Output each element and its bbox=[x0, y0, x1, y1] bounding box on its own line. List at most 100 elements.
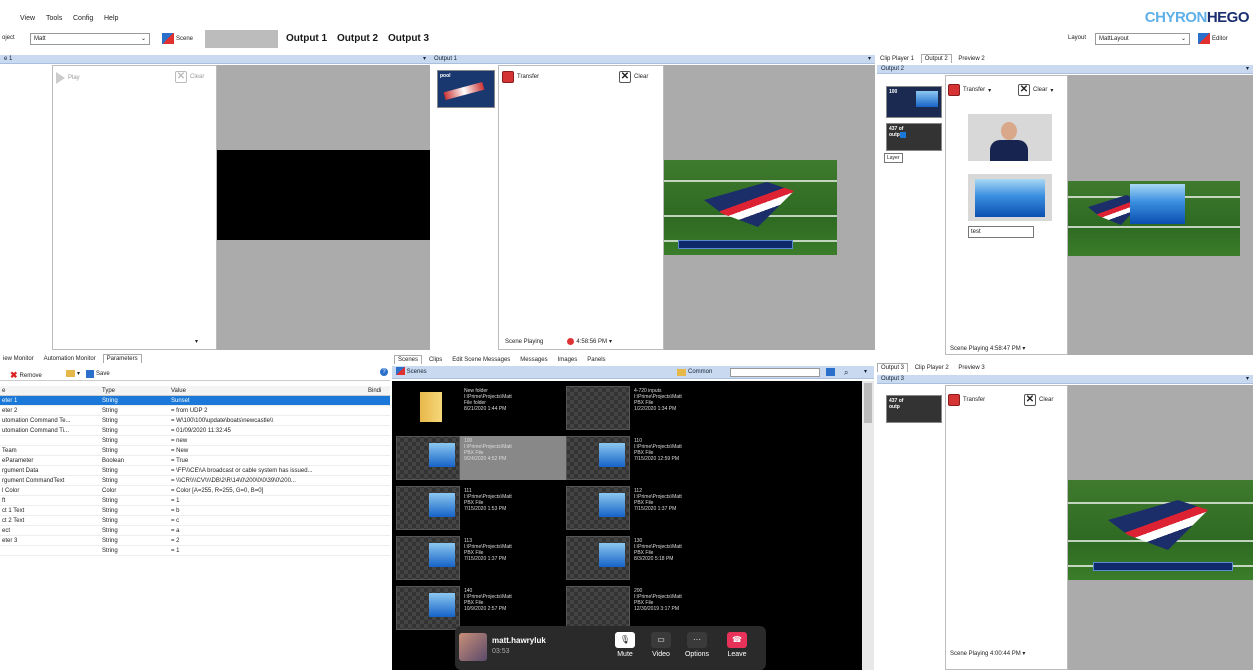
list-item[interactable]: 140 I:\Prime\Projects\Matt PBX File 10/9/20… bbox=[396, 586, 566, 630]
tab-clips[interactable]: Clips bbox=[426, 356, 445, 364]
output1-transfer-button[interactable]: Transfer bbox=[502, 71, 539, 83]
tab-output-3[interactable]: Output 3 bbox=[877, 363, 909, 372]
tab-parameters[interactable]: Parameters bbox=[102, 354, 142, 363]
output1-list[interactable]: Transfer ✕ Clear Scene Playing 4:58:56 P… bbox=[498, 65, 664, 350]
tab-preview-3[interactable]: Preview 3 bbox=[955, 364, 987, 372]
view-icon[interactable] bbox=[826, 368, 835, 376]
output3-list[interactable]: Transfer ✕ Clear Scene Playing 4:00:44 P… bbox=[945, 385, 1068, 670]
table-row[interactable]: utomation Command Ti... String = 01/09/202… bbox=[0, 426, 390, 436]
table-row[interactable]: rgument CommandText String = \\\CR\\\\CV\\… bbox=[0, 476, 390, 486]
tab-clip-player-1[interactable]: Clip Player 1 bbox=[877, 55, 917, 63]
chevron-down-icon[interactable]: ▾ bbox=[1050, 87, 1053, 94]
list-item[interactable]: 113 I:\Prime\Projects\Matt PBX File 7/15/20… bbox=[396, 536, 566, 580]
menu-help[interactable]: Help bbox=[104, 15, 118, 22]
text-input[interactable]: test bbox=[968, 226, 1034, 238]
chevron-down-icon[interactable]: ▾ bbox=[1246, 375, 1249, 384]
save-button[interactable]: Save bbox=[86, 370, 110, 378]
tab-images[interactable]: Images bbox=[555, 356, 581, 364]
output-tab-3[interactable]: Output 3 bbox=[388, 33, 429, 44]
table-row[interactable]: String = 1 bbox=[0, 546, 390, 556]
table-row[interactable]: eter 2 String = from UDP 2 bbox=[0, 406, 390, 416]
menu-view[interactable]: View bbox=[20, 15, 35, 22]
output2-clear-button[interactable]: ✕ Clear ▾ bbox=[1018, 84, 1053, 96]
output2-thumb-1[interactable]: 100 bbox=[886, 86, 942, 118]
table-row[interactable]: ect String = a bbox=[0, 526, 390, 536]
table-row[interactable]: eter 3 String = 2 bbox=[0, 536, 390, 546]
output2-transfer-button[interactable]: Transfer ▾ bbox=[948, 84, 991, 96]
list-item[interactable]: New folder I:\Prime\Projects\Matt File fol… bbox=[396, 386, 566, 430]
output1-thumbs[interactable]: pool bbox=[430, 65, 498, 350]
play-button[interactable]: Play bbox=[56, 72, 80, 84]
chevron-down-icon[interactable]: ▾ bbox=[1022, 651, 1025, 657]
project-select[interactable]: Matt ⌄ bbox=[30, 33, 150, 45]
common-button[interactable]: Common bbox=[677, 366, 712, 379]
options-button[interactable]: ··· Options bbox=[683, 632, 711, 658]
tab-preview-2[interactable]: Preview 2 bbox=[955, 55, 987, 63]
output3-thumbs[interactable]: 437 of outp bbox=[877, 385, 945, 670]
menu-tools[interactable]: Tools bbox=[46, 15, 62, 22]
list-item[interactable]: 200 I:\Prime\Projects\Matt PBX File 12/30/2… bbox=[566, 586, 736, 630]
table-row[interactable]: l Color Color = Color [A=255, R=255, G=0, … bbox=[0, 486, 390, 496]
left-list[interactable]: Play ✕ Clear ▾ bbox=[52, 65, 217, 350]
scenes-scrollbar[interactable] bbox=[862, 381, 874, 670]
col-value[interactable]: Value bbox=[171, 386, 368, 395]
list-item[interactable]: 4-720 inputs I:\Prime\Projects\Matt PBX Fi… bbox=[566, 386, 736, 430]
output3-transfer-button[interactable]: Transfer bbox=[948, 394, 985, 406]
scene-name-field[interactable] bbox=[205, 30, 278, 48]
table-row[interactable]: ct 2 Text String = c bbox=[0, 516, 390, 526]
table-row[interactable]: utomation Command Te... String = W\100\100… bbox=[0, 416, 390, 426]
table-row[interactable]: Team String = New bbox=[0, 446, 390, 456]
leave-button[interactable]: ☎ Leave bbox=[723, 632, 751, 658]
tab-output-2[interactable]: Output 2 bbox=[920, 54, 952, 63]
table-row[interactable]: ct 1 Text String = b bbox=[0, 506, 390, 516]
tab-clip-player-2[interactable]: Clip Player 2 bbox=[912, 364, 952, 372]
table-row[interactable]: eParameter Boolean = True bbox=[0, 456, 390, 466]
tab-scenes[interactable]: Scenes bbox=[394, 355, 423, 364]
table-row[interactable]: eter 1 String Sunset bbox=[0, 396, 390, 406]
output3-thumb[interactable]: 437 of outp bbox=[886, 395, 942, 423]
table-row[interactable]: ft String = 1 bbox=[0, 496, 390, 506]
list-item[interactable]: 110 I:\Prime\Projects\Matt PBX File 7/15/20… bbox=[566, 436, 736, 480]
output1-thumb[interactable]: pool bbox=[437, 70, 495, 108]
left-playlist[interactable] bbox=[0, 65, 52, 350]
scene-search-input[interactable] bbox=[730, 368, 820, 377]
video-button[interactable]: ▭ Video bbox=[647, 632, 675, 658]
left-clear-button[interactable]: ✕ Clear bbox=[175, 71, 204, 83]
chevron-down-icon[interactable]: ▾ bbox=[864, 366, 867, 379]
list-item[interactable]: 112 I:\Prime\Projects\Matt PBX File 7/15/20… bbox=[566, 486, 736, 530]
layout-select[interactable]: MattLayout ⌄ bbox=[1095, 33, 1190, 45]
output-tab-1[interactable]: Output 1 bbox=[286, 33, 327, 44]
chevron-down-icon[interactable]: ▾ bbox=[609, 338, 612, 345]
chevron-down-icon[interactable]: ▾ bbox=[988, 87, 991, 94]
table-row[interactable]: String = new bbox=[0, 436, 390, 446]
tab-messages[interactable]: Messages bbox=[517, 356, 550, 364]
output2-list[interactable]: Transfer ▾ ✕ Clear ▾ test Scene Playing … bbox=[945, 75, 1068, 355]
remove-button[interactable]: ✖ Remove bbox=[10, 370, 42, 381]
output-tab-2[interactable]: Output 2 bbox=[337, 33, 378, 44]
mute-button[interactable]: 🎙 Mute bbox=[611, 632, 639, 658]
tab-panels[interactable]: Panels bbox=[584, 356, 608, 364]
menu-config[interactable]: Config bbox=[73, 15, 93, 22]
chevron-down-icon[interactable]: ▾ bbox=[1246, 65, 1249, 74]
output3-clear-button[interactable]: ✕ Clear bbox=[1024, 394, 1053, 406]
tab-view-monitor[interactable]: iew Monitor bbox=[0, 355, 37, 363]
add-dropdown[interactable]: ▾ bbox=[66, 370, 80, 377]
table-row[interactable]: rgument Data String = \FF\\\CE\\A broadcas… bbox=[0, 466, 390, 476]
tab-edit-scene-messages[interactable]: Edit Scene Messages bbox=[449, 356, 513, 364]
editor-button[interactable]: Editor bbox=[1198, 33, 1228, 44]
chevron-down-icon[interactable]: ▾ bbox=[1022, 346, 1025, 352]
chevron-down-icon[interactable]: ▾ bbox=[868, 55, 871, 64]
scene-button[interactable]: Scene bbox=[162, 33, 193, 44]
list-item[interactable]: 100 I:\Prime\Projects\Matt PBX File 9/24/20… bbox=[396, 436, 566, 480]
search-icon[interactable]: ⌕ bbox=[844, 366, 848, 379]
output2-thumbs[interactable]: 100 437 of outp Layer bbox=[877, 75, 945, 355]
tab-automation-monitor[interactable]: Automation Monitor bbox=[41, 355, 99, 363]
list-item[interactable]: 111 I:\Prime\Projects\Matt PBX File 7/15/20… bbox=[396, 486, 566, 530]
col-type[interactable]: Type bbox=[102, 386, 171, 395]
col-name[interactable]: e bbox=[0, 386, 102, 395]
list-item[interactable]: 130 I:\Prime\Projects\Matt PBX File 8/3/202… bbox=[566, 536, 736, 580]
output2-thumb-2[interactable]: 437 of outp bbox=[886, 123, 942, 151]
output1-clear-button[interactable]: ✕ Clear bbox=[619, 71, 648, 83]
chevron-down-icon[interactable]: ▾ bbox=[195, 338, 198, 345]
col-binding[interactable]: Bindi bbox=[368, 386, 388, 395]
